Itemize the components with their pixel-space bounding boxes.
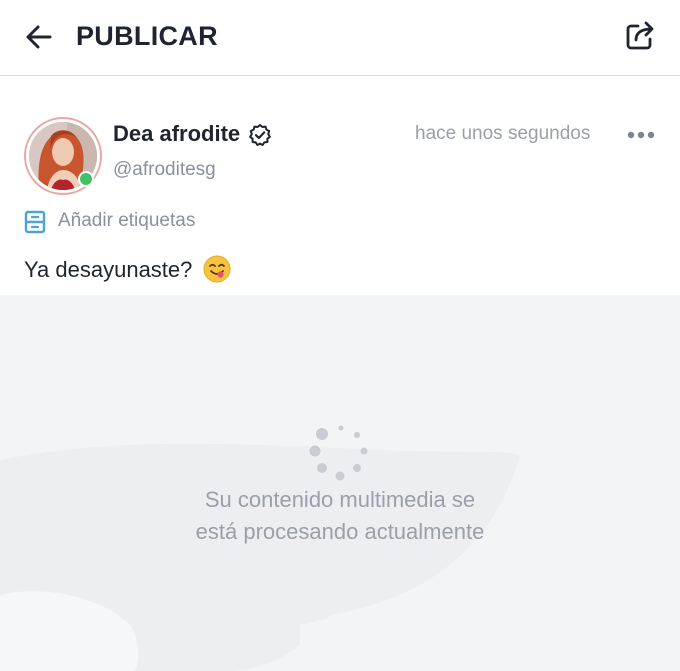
author-name[interactable]: Dea afrodite <box>113 120 240 148</box>
online-status-indicator <box>78 171 94 187</box>
post-timestamp: hace unos segundos <box>415 123 591 144</box>
verified-badge-icon <box>249 124 271 146</box>
post-body: Ya desayunaste? <box>24 257 193 282</box>
more-horizontal-icon[interactable] <box>626 124 656 146</box>
page-title: PUBLICAR <box>76 21 218 51</box>
media-placeholder: Su contenido multimedia se está procesan… <box>0 295 680 671</box>
author-handle[interactable]: @afroditesg <box>113 158 216 182</box>
tag-icon[interactable] <box>24 210 46 234</box>
watermark-leaf-shape <box>0 443 520 671</box>
face-savoring-food-emoji <box>203 255 231 283</box>
processing-message-line-1: Su contenido multimedia se <box>204 487 476 512</box>
share-icon[interactable] <box>622 18 658 54</box>
post-text: Ya desayunaste? <box>24 255 231 285</box>
arrow-left-icon[interactable] <box>22 20 56 54</box>
top-bar: PUBLICAR <box>0 0 680 76</box>
loading-spinner-icon <box>309 425 368 481</box>
processing-message-line-2: está procesando actualmente <box>195 519 485 544</box>
add-tags-link[interactable]: Añadir etiquetas <box>58 209 195 233</box>
